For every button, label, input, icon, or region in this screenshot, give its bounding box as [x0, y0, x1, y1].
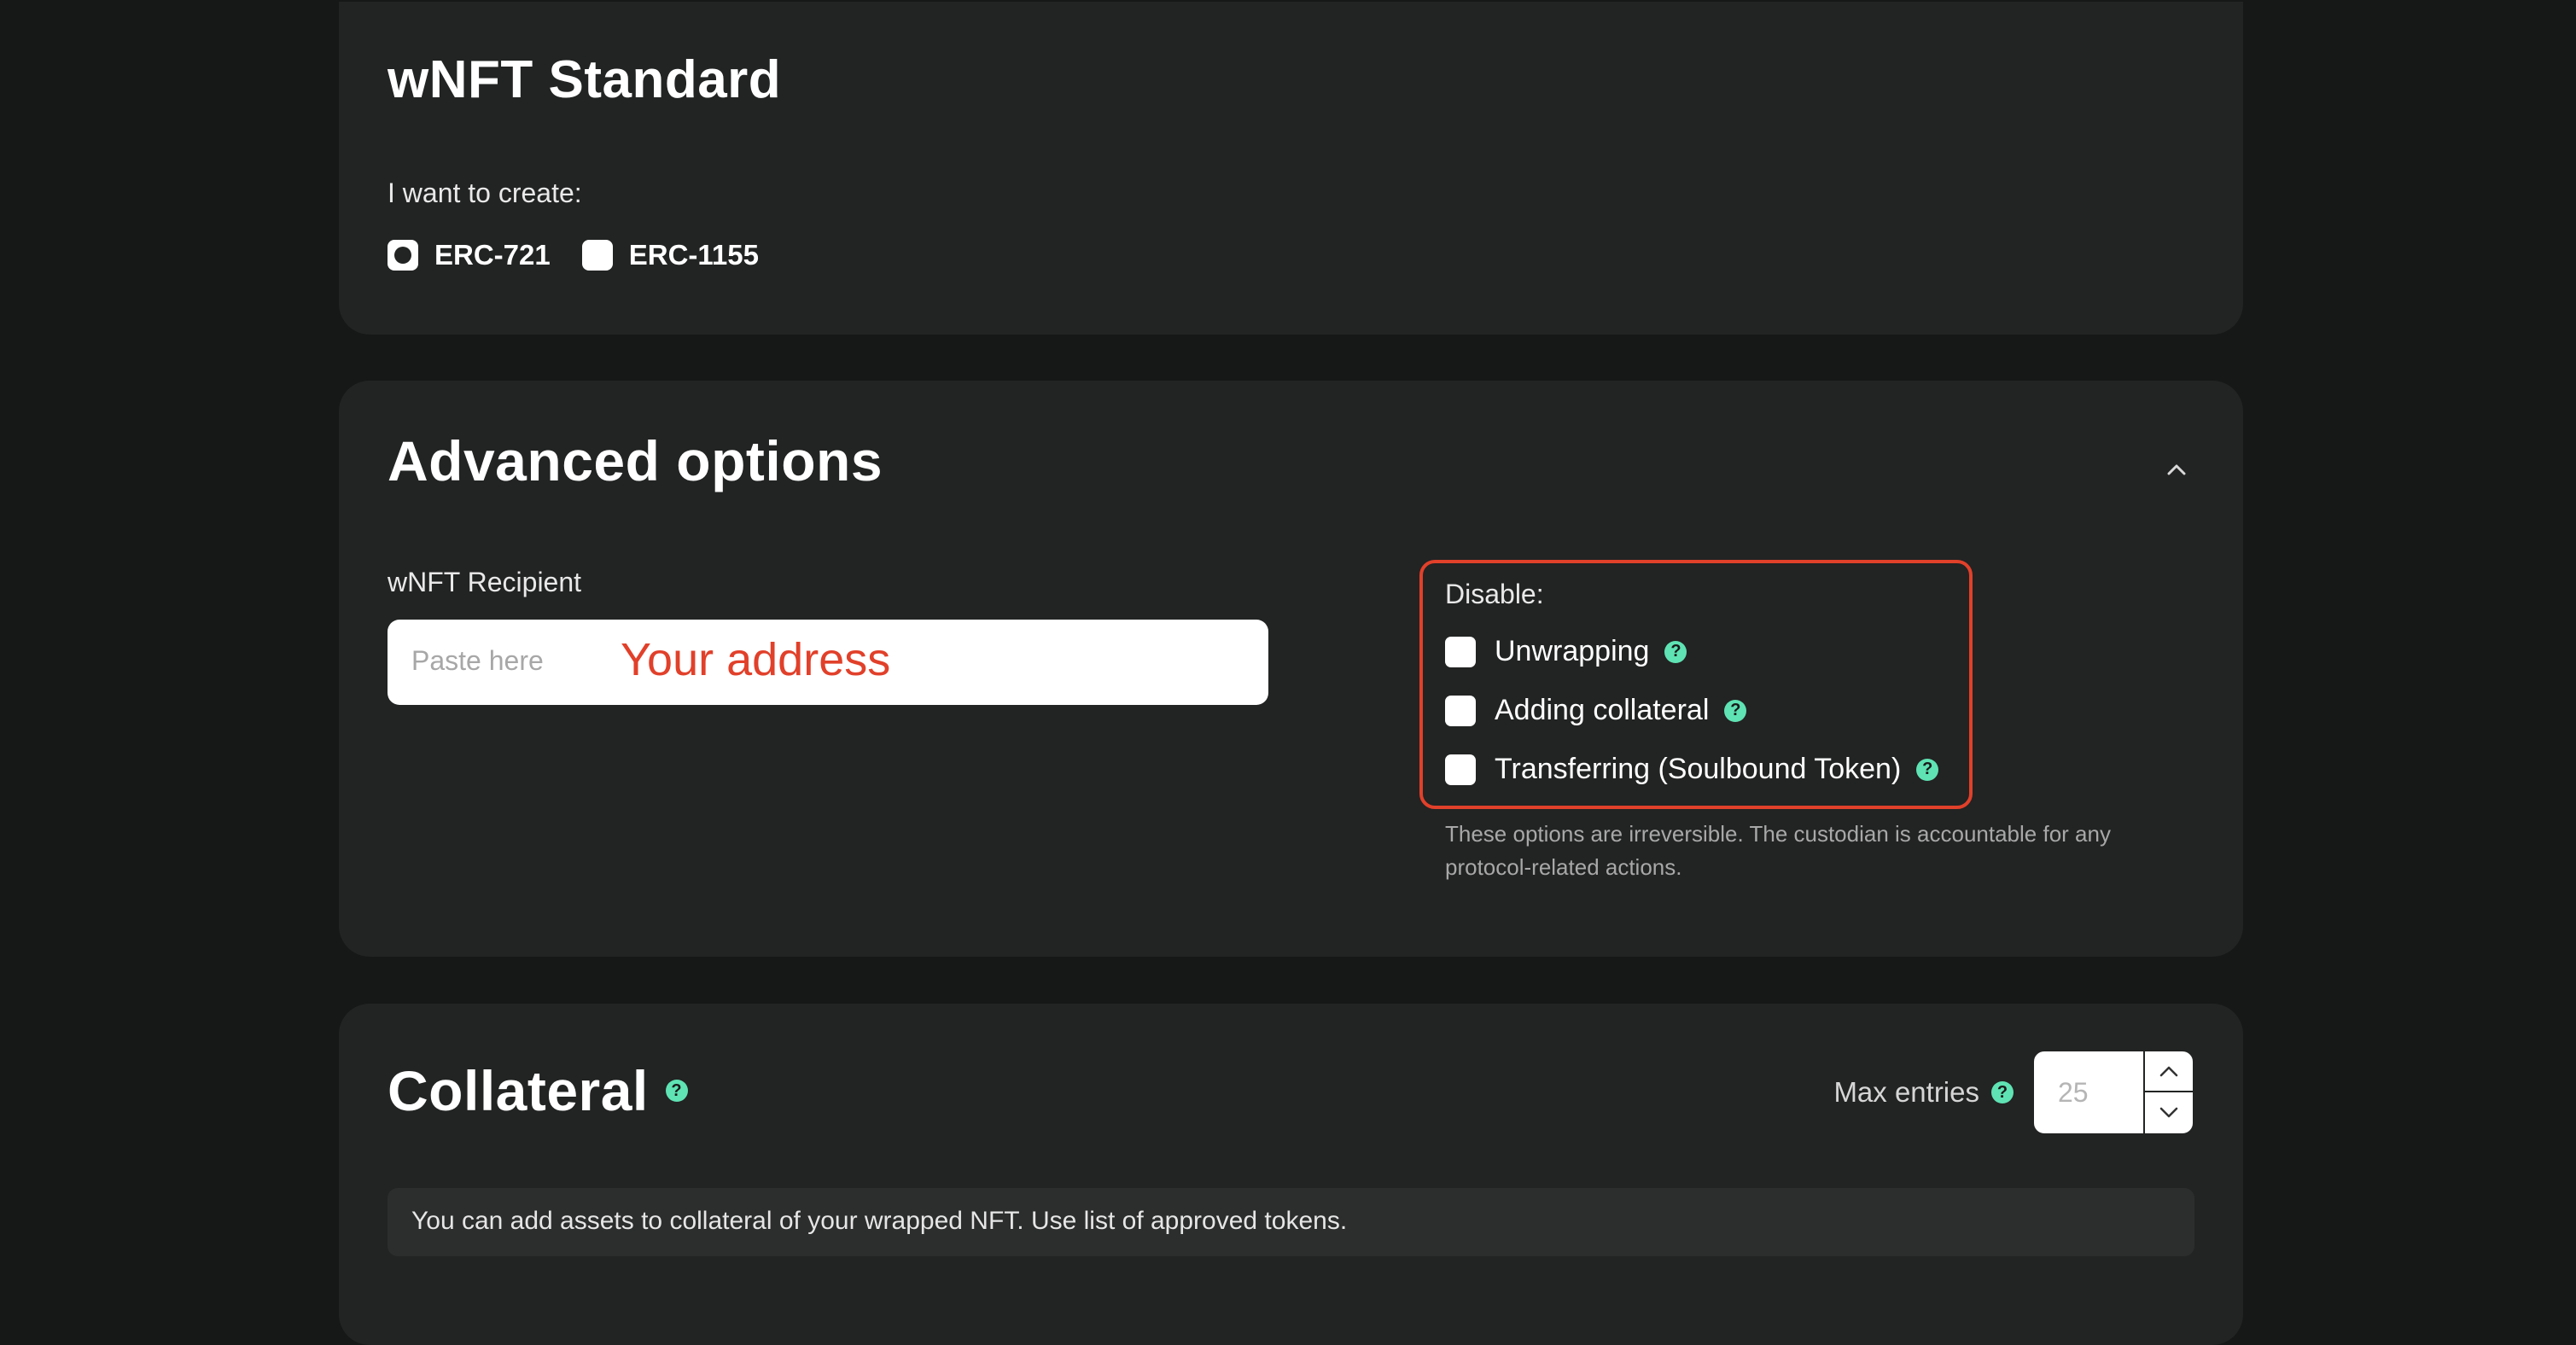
transferring-checkbox[interactable]: [1445, 754, 1476, 785]
max-entries-stepper[interactable]: 25: [2032, 1050, 2194, 1135]
erc1155-radio[interactable]: [581, 240, 613, 271]
recipient-label: wNFT Recipient: [388, 567, 582, 597]
irreversible-note: These options are irreversible. The cust…: [1445, 818, 2188, 884]
help-icon[interactable]: ?: [1991, 1081, 2014, 1103]
help-icon[interactable]: ?: [1916, 758, 1939, 781]
recipient-annotation: Your address: [621, 634, 891, 685]
collateral-card: Collateral ? Max entries ? 25 You can ad…: [339, 1004, 2243, 1345]
create-label: I want to create:: [388, 178, 582, 208]
radio-selected-dot: [394, 247, 411, 264]
adding-collateral-label: Adding collateral: [1495, 694, 1710, 726]
option-transferring[interactable]: Transferring (Soulbound Token) ?: [1445, 753, 1939, 786]
collateral-info-text: You can add assets to collateral of your…: [411, 1207, 1348, 1235]
advanced-options-card: Advanced options wNFT Recipient Paste he…: [339, 381, 2243, 957]
chevron-down-icon: [2159, 1107, 2178, 1118]
collateral-info-bar: You can add assets to collateral of your…: [388, 1188, 2194, 1256]
unwrapping-checkbox[interactable]: [1445, 636, 1476, 667]
wnft-standard-title: wNFT Standard: [388, 50, 782, 109]
recipient-placeholder: Paste here: [411, 645, 544, 676]
chevron-up-icon: [2159, 1066, 2178, 1077]
standard-options: ERC-721 ERC-1155: [388, 239, 759, 271]
disable-label: Disable:: [1445, 579, 1544, 609]
max-entries-label: Max entries: [1833, 1076, 1979, 1108]
unwrapping-label: Unwrapping: [1495, 635, 1650, 667]
erc1155-label: ERC-1155: [628, 239, 759, 271]
collapse-chevron-up-icon[interactable]: [2161, 454, 2192, 485]
stepper-buttons: [2143, 1051, 2193, 1133]
wnft-standard-card: wNFT Standard I want to create: ERC-721 …: [339, 2, 2243, 335]
max-entries-value[interactable]: 25: [2058, 1077, 2089, 1109]
recipient-input[interactable]: Paste here Your address: [388, 620, 1268, 705]
collateral-title: Collateral: [388, 1059, 649, 1122]
adding-collateral-checkbox[interactable]: [1445, 695, 1476, 726]
option-unwrapping[interactable]: Unwrapping ?: [1445, 635, 1687, 668]
note-line-2: protocol-related actions.: [1445, 854, 1682, 880]
help-icon[interactable]: ?: [665, 1080, 688, 1102]
stepper-up-button[interactable]: [2145, 1051, 2193, 1092]
erc721-radio[interactable]: [388, 240, 418, 271]
transferring-label: Transferring (Soulbound Token): [1495, 753, 1902, 785]
stepper-down-button[interactable]: [2145, 1092, 2193, 1133]
erc721-label: ERC-721: [434, 239, 551, 271]
option-adding-collateral[interactable]: Adding collateral ?: [1445, 694, 1747, 727]
option-erc721[interactable]: ERC-721: [388, 239, 551, 271]
help-icon[interactable]: ?: [1664, 640, 1687, 663]
max-entries-group: Max entries ? 25: [1833, 1050, 2194, 1135]
advanced-options-title: Advanced options: [388, 429, 883, 492]
option-erc1155[interactable]: ERC-1155: [581, 239, 759, 271]
collateral-title-row: Collateral ?: [388, 1058, 688, 1123]
help-icon[interactable]: ?: [1724, 699, 1747, 722]
note-line-1: These options are irreversible. The cust…: [1445, 821, 2111, 847]
